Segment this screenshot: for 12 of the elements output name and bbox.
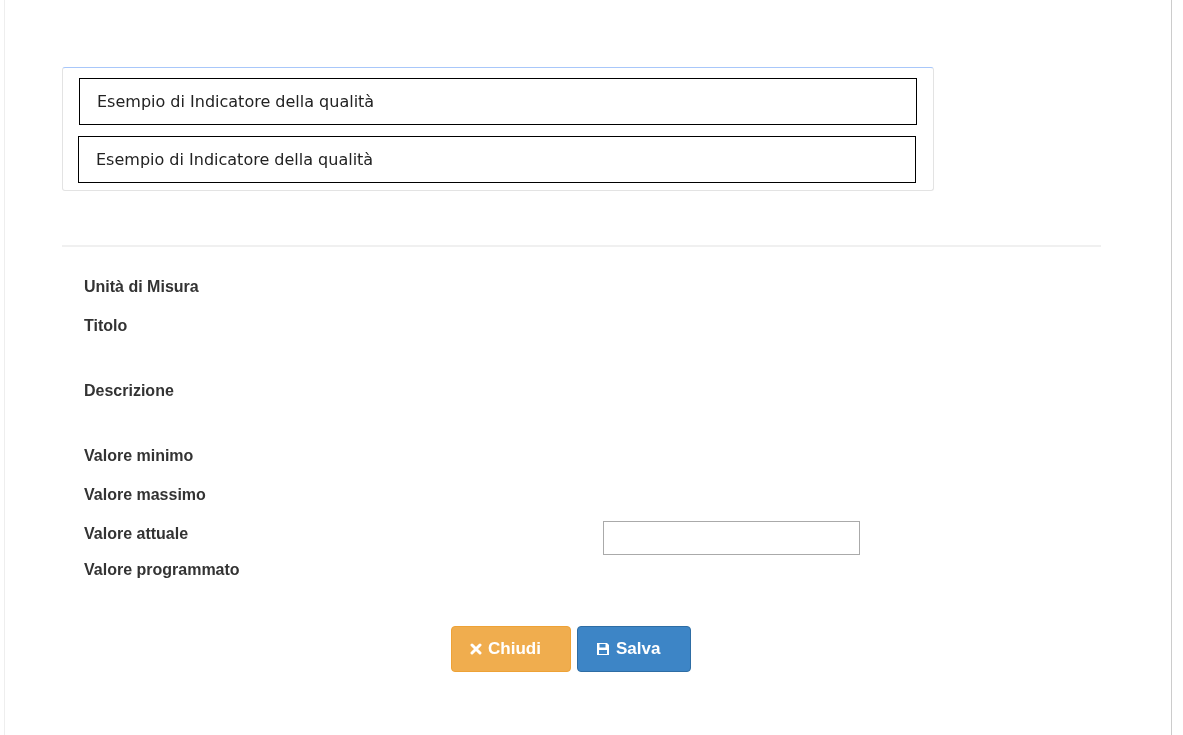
suggestion-item[interactable]: Esempio di Indicatore della qualità: [78, 136, 916, 183]
close-icon: [470, 643, 482, 655]
input-field[interactable]: [603, 521, 860, 555]
field-label: Titolo: [84, 317, 129, 335]
field-label: Unità di Misura: [84, 278, 200, 296]
field-label: Valore attuale: [84, 525, 190, 543]
field-label: Valore minimo: [84, 447, 195, 465]
field-label: Valore massimo: [84, 486, 207, 504]
suggestion-item[interactable]: Esempio di Indicatore della qualità: [79, 78, 917, 125]
field-label: Valore programmato: [84, 561, 241, 579]
save-button[interactable]: Salva: [577, 626, 691, 672]
field-label: Descrizione: [84, 382, 175, 400]
